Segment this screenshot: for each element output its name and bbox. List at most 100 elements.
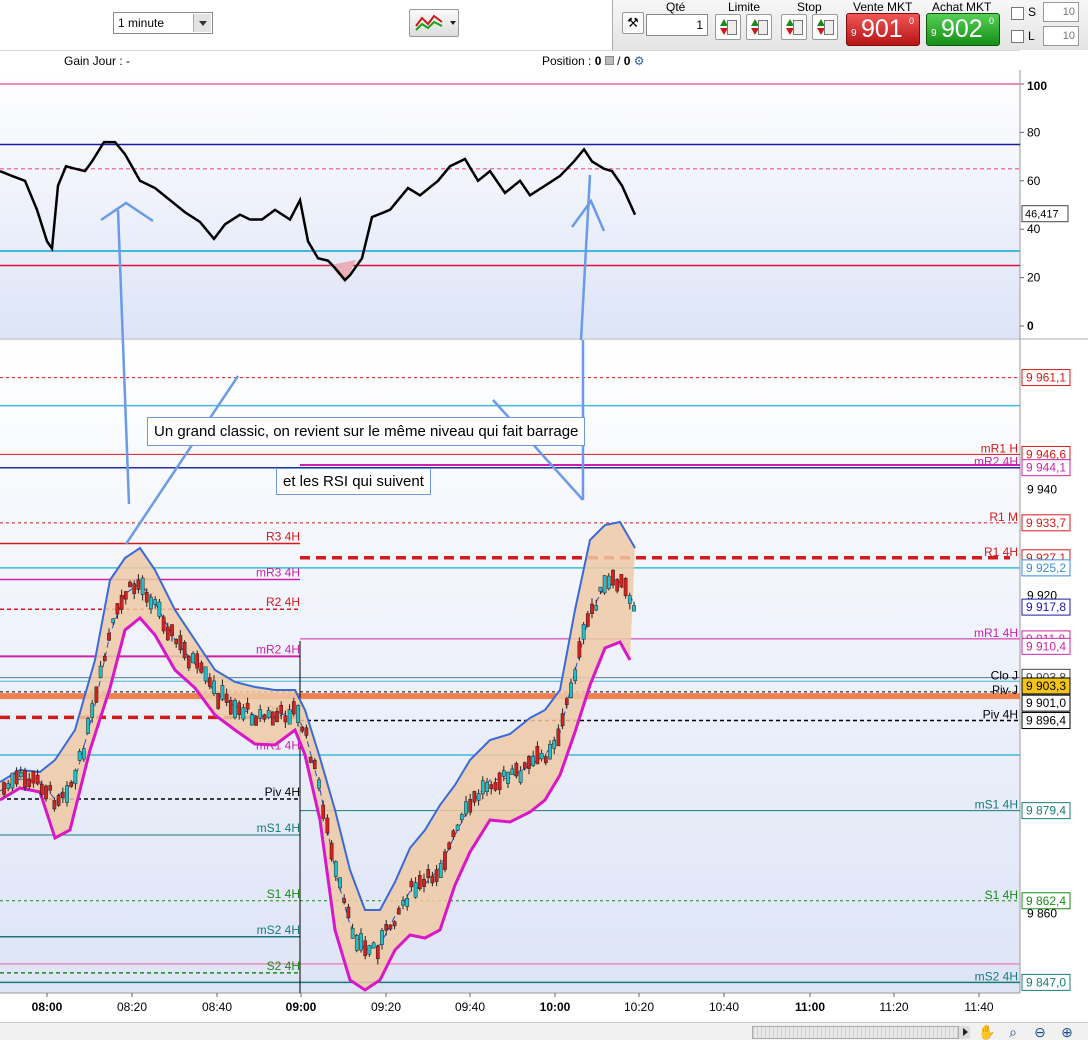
candle-body — [140, 577, 145, 595]
gain-day: Gain Jour : - — [64, 54, 130, 68]
stop-loss-input[interactable]: 10 — [1043, 2, 1079, 22]
scroll-right-arrow-icon[interactable] — [958, 1026, 970, 1039]
stop-label: Stop — [797, 0, 822, 14]
candle-body — [359, 933, 363, 951]
level-label-left: mR2 4H — [256, 642, 300, 656]
annotation-box-1[interactable]: Un grand classic, on revient sur le même… — [147, 417, 586, 446]
candle-body — [161, 616, 166, 632]
price-tick-label: 9 940 — [1027, 482, 1057, 496]
price-tag-label: 9 862,4 — [1026, 894, 1066, 908]
candle-body — [581, 624, 586, 640]
price-tag-label: 9 961,1 — [1026, 371, 1066, 385]
rsi-tick-label: 40 — [1027, 222, 1041, 236]
candle-body — [128, 581, 132, 588]
candle-body — [560, 713, 565, 726]
candle-body — [254, 716, 258, 726]
chart-type-button[interactable] — [409, 9, 459, 37]
sell-price-prefix: 9 — [851, 28, 857, 39]
candle-body — [136, 579, 141, 590]
horizontal-scrollbar[interactable] — [752, 1026, 970, 1039]
candle-body — [52, 800, 57, 810]
level-label-right: Clo J — [991, 668, 1018, 682]
zoom-fit-icon[interactable]: ⌕ — [1005, 1024, 1021, 1040]
price-tag-label: 9 903,3 — [1026, 679, 1066, 693]
candle-body — [300, 726, 305, 732]
candle-body — [543, 756, 548, 764]
candle-body — [262, 714, 267, 720]
buy-market-button[interactable]: 9 902 0 — [926, 13, 1000, 46]
sell-market-button[interactable]: 9 901 0 — [846, 13, 920, 46]
candle-body — [69, 781, 74, 787]
candle-body — [497, 772, 502, 791]
chevron-down-icon[interactable] — [193, 14, 211, 32]
time-tick-label: 08:00 — [32, 1000, 63, 1014]
candle-body — [195, 653, 200, 669]
candle-body — [165, 626, 170, 641]
price-tag-label: 9 847,0 — [1026, 975, 1066, 989]
level-label-right: Piv 4H — [983, 708, 1018, 722]
level-label-right: mS2 4H — [975, 969, 1018, 983]
position-detail-icon[interactable] — [604, 56, 614, 65]
candle-body — [350, 928, 355, 939]
candle-body — [2, 782, 6, 795]
level-label-left: mR3 4H — [256, 566, 300, 580]
rsi-tick-label: 100 — [1027, 79, 1047, 93]
candle-body — [182, 641, 187, 659]
candle-body — [602, 575, 607, 594]
candle-body — [73, 769, 78, 785]
candle-body — [212, 680, 216, 694]
annotation-box-2[interactable]: et les RSI qui suivent — [276, 468, 431, 495]
limit-checkbox[interactable] — [1011, 30, 1024, 43]
candle-body — [81, 748, 86, 760]
position: Position : 0 / 0 ⚙ — [542, 54, 645, 68]
stop-sell-button[interactable] — [812, 14, 838, 40]
candle-body — [556, 728, 561, 747]
price-tag-label: 9 901,0 — [1026, 696, 1066, 710]
candle-body — [342, 898, 347, 903]
stop-loss-checkbox[interactable] — [1011, 7, 1024, 20]
limit-sell-button[interactable] — [746, 14, 772, 40]
candle-body — [590, 603, 594, 614]
buy-price: 902 — [941, 15, 983, 43]
limit-input[interactable]: 10 — [1043, 26, 1079, 46]
candle-body — [258, 709, 263, 719]
candle-body — [132, 583, 137, 594]
level-label-right: mR1 H — [981, 441, 1018, 455]
candle-body — [623, 578, 628, 596]
candle-body — [90, 703, 95, 718]
time-tick-label: 11:00 — [795, 1000, 825, 1014]
candle-body — [270, 711, 275, 726]
candle-body — [489, 784, 494, 789]
level-label-left: mS1 4H — [257, 821, 300, 835]
candle-body — [501, 770, 506, 777]
candle-body — [472, 791, 477, 803]
wrench-icon[interactable]: ⚒ — [622, 12, 644, 34]
candle-body — [476, 793, 481, 801]
pan-hand-icon[interactable]: ✋ — [978, 1024, 995, 1040]
chart-area[interactable]: mR1 HmR2 4H R1 M R1 4H mR1 4H Clo J Piv J Piv … — [0, 70, 1088, 1024]
candle-body — [615, 579, 620, 592]
level-label-left: Piv 4H — [265, 785, 300, 799]
stop-buy-button[interactable] — [781, 14, 807, 40]
zoom-out-icon[interactable]: ⊖ — [1032, 1024, 1048, 1040]
candle-body — [338, 877, 342, 889]
candle-body — [6, 783, 11, 789]
zoom-in-icon[interactable]: ⊕ — [1059, 1024, 1075, 1040]
quantity-input[interactable]: 1 — [646, 14, 708, 36]
candle-body — [191, 653, 195, 664]
limit-buy-button[interactable] — [715, 14, 741, 40]
candle-body — [417, 875, 422, 890]
candle-body — [220, 685, 225, 700]
timeframe-select[interactable]: 1 minute — [113, 12, 213, 34]
price-chart[interactable]: mR1 HmR2 4HR1 MR1 4HmR1 4HClo JPiv JPiv … — [0, 70, 1088, 1024]
candle-body — [144, 592, 149, 603]
candle-body — [14, 770, 19, 785]
candle-body — [245, 702, 250, 710]
timeframe-value: 1 minute — [118, 16, 165, 30]
candle-body — [447, 842, 452, 850]
position-sep: / — [617, 54, 621, 68]
candle-body — [577, 641, 582, 658]
gain-value: - — [126, 54, 131, 68]
settings-icon[interactable]: ⚙ — [634, 54, 645, 68]
level-label-right: R1 4H — [984, 545, 1018, 559]
